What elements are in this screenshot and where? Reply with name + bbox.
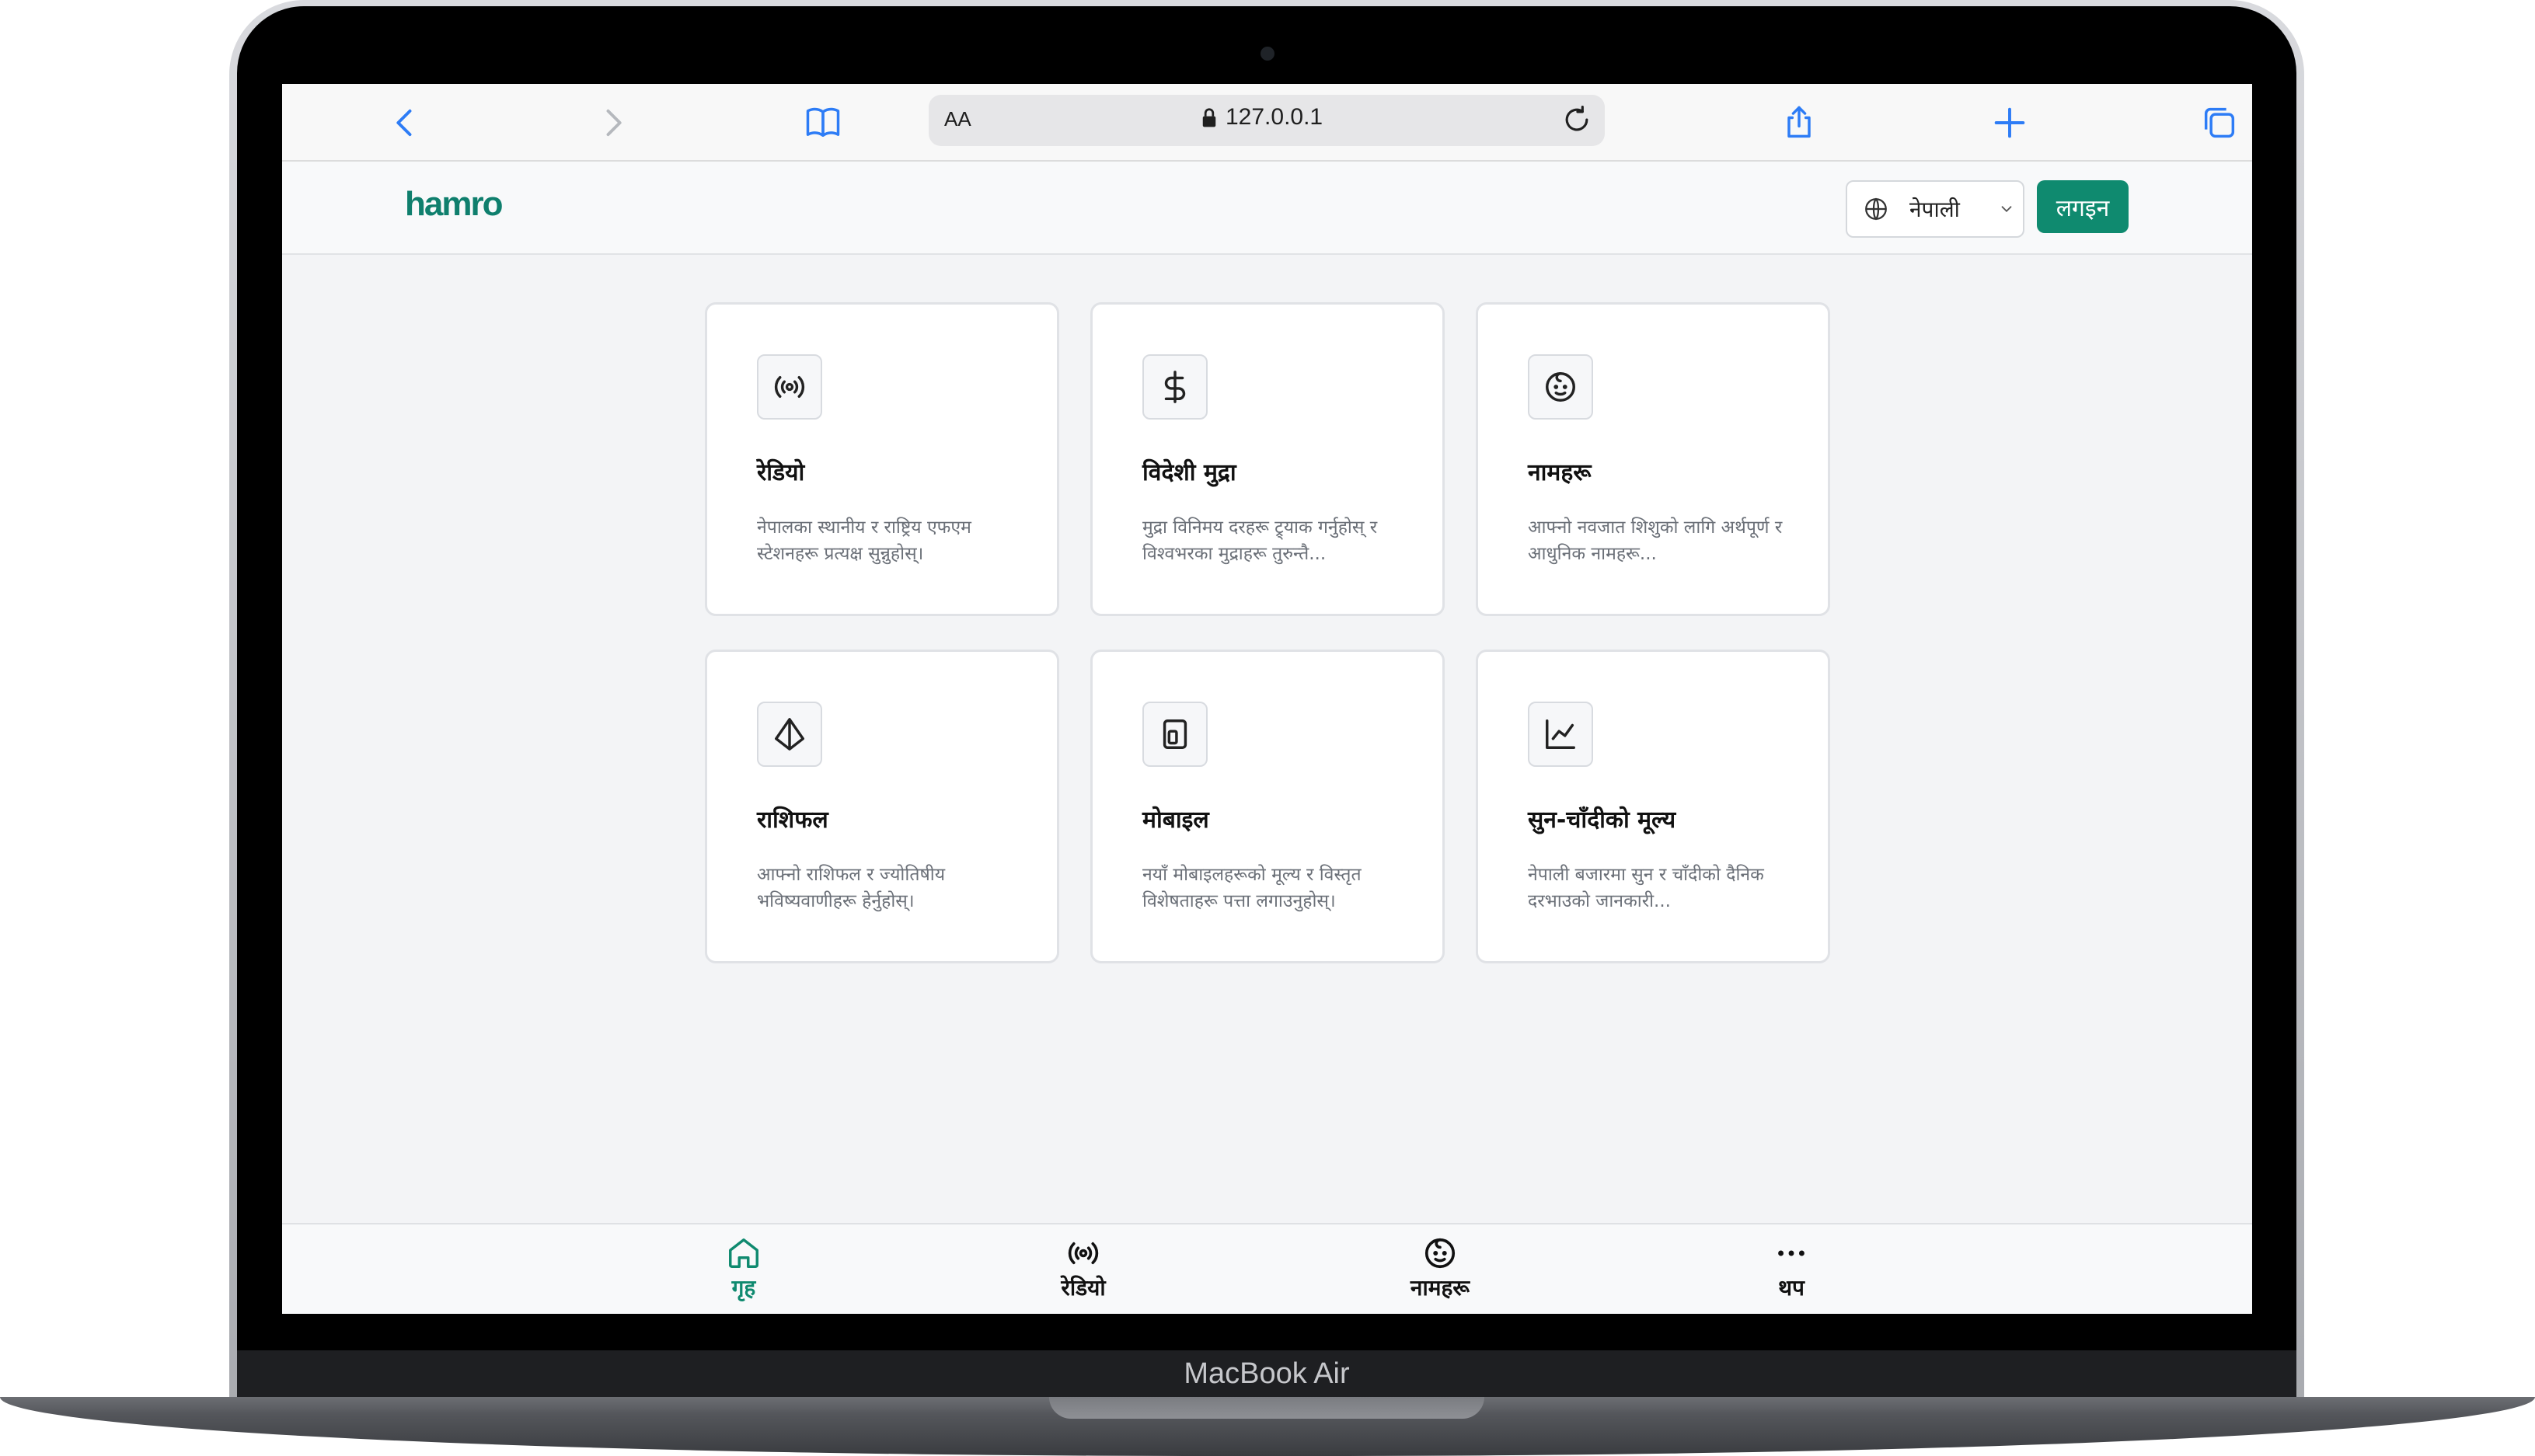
language-select[interactable]: नेपाली (1846, 180, 2024, 238)
tabs-overview-icon[interactable] (2198, 101, 2241, 145)
logo[interactable]: hamro (405, 185, 503, 224)
card-radio[interactable]: रेडियो नेपालका स्थानीय र राष्ट्रिय एफएम … (705, 302, 1059, 616)
share-icon[interactable] (1777, 101, 1821, 145)
card-names[interactable]: नामहरू आफ्नो नवजात शिशुको लागि अर्थपूर्ण… (1476, 302, 1830, 616)
camera (1261, 47, 1274, 61)
forward-icon[interactable] (591, 101, 635, 145)
login-button[interactable]: लगइन (2037, 180, 2129, 233)
laptop-chin: MacBook Air (237, 1350, 2296, 1397)
radio-broadcast-icon (757, 354, 822, 420)
card-description: नेपालका स्थानीय र राष्ट्रिय एफएम स्टेशनह… (757, 517, 971, 564)
mobile-icon (1142, 702, 1208, 767)
nav-item-home[interactable]: गृह (682, 1235, 806, 1305)
lock-icon (1202, 108, 1216, 127)
nav-item-names[interactable]: नामहरू (1378, 1235, 1502, 1305)
line-chart-icon (1528, 702, 1593, 767)
text-size-button[interactable]: AA (944, 107, 971, 131)
baby-face-icon (1528, 354, 1593, 420)
bookmarks-icon[interactable] (801, 101, 845, 145)
card-title: नामहरू (1528, 459, 1592, 486)
site-header: hamro नेपाली लगइन (282, 162, 2252, 255)
card-title: मोबाइल (1142, 806, 1209, 834)
browser-toolbar: AA 127.0.0.1 (282, 84, 2252, 162)
more-icon (1778, 1250, 1804, 1256)
card-horoscope[interactable]: राशिफल आफ्नो राशिफल र ज्योतिषीय भविष्यवा… (705, 650, 1059, 963)
card-title: विदेशी मुद्रा (1142, 459, 1236, 486)
laptop-hinge-notch (1049, 1397, 1484, 1419)
nav-label: नामहरू (1410, 1275, 1470, 1301)
card-mobile[interactable]: मोबाइल नयाँ मोबाइलहरूको मूल्य र विस्तृत … (1090, 650, 1445, 963)
card-description: मुद्रा विनिमय दरहरू ट्र्याक गर्नुहोस् र … (1142, 517, 1378, 564)
card-description: नयाँ मोबाइलहरूको मूल्य र विस्तृत विशेषता… (1142, 865, 1362, 911)
card-description: आफ्नो राशिफल र ज्योतिषीय भविष्यवाणीहरू ह… (757, 865, 946, 911)
nav-item-radio[interactable]: रेडियो (1021, 1235, 1145, 1305)
card-gold-silver[interactable]: सुन-चाँदीको मूल्य नेपाली बजारमा सुन र चा… (1476, 650, 1830, 963)
card-title: राशिफल (757, 806, 828, 834)
url-display[interactable]: 127.0.0.1 (1201, 104, 1323, 131)
radio-broadcast-icon (1068, 1242, 1099, 1265)
card-forex[interactable]: विदेशी मुद्रा मुद्रा विनिमय दरहरू ट्र्या… (1090, 302, 1445, 616)
address-bar[interactable]: AA 127.0.0.1 (929, 95, 1605, 146)
pyramid-icon (757, 702, 822, 767)
dollar-icon (1142, 354, 1208, 420)
card-description: नेपाली बजारमा सुन र चाँदीको दैनिक दरभाउक… (1528, 865, 1764, 911)
language-label: नेपाली (1909, 197, 1960, 222)
card-title: सुन-चाँदीको मूल्य (1528, 806, 1676, 834)
new-tab-icon[interactable] (1988, 101, 2031, 145)
card-description: आफ्नो नवजात शिशुको लागि अर्थपूर्ण र आधुन… (1528, 517, 1783, 564)
home-icon (729, 1238, 758, 1268)
baby-face-icon (1424, 1238, 1456, 1269)
card-title: रेडियो (757, 459, 805, 486)
nav-label: थप (1778, 1275, 1804, 1301)
globe-icon (1865, 197, 1887, 221)
chevron-down-icon (2001, 206, 2012, 213)
screen: AA 127.0.0.1 hamro नेपाली लगइन रेडियो ने… (282, 84, 2252, 1314)
device-label: MacBook Air (1184, 1357, 1350, 1390)
nav-label: रेडियो (1061, 1275, 1106, 1301)
url-text: 127.0.0.1 (1226, 104, 1323, 130)
bottom-nav: गृह रेडियो नामहरू थप (282, 1223, 2252, 1314)
back-icon[interactable] (383, 101, 427, 145)
reload-icon[interactable] (1560, 103, 1594, 137)
nav-label: गृह (731, 1275, 756, 1301)
nav-item-more[interactable]: थप (1729, 1235, 1853, 1305)
